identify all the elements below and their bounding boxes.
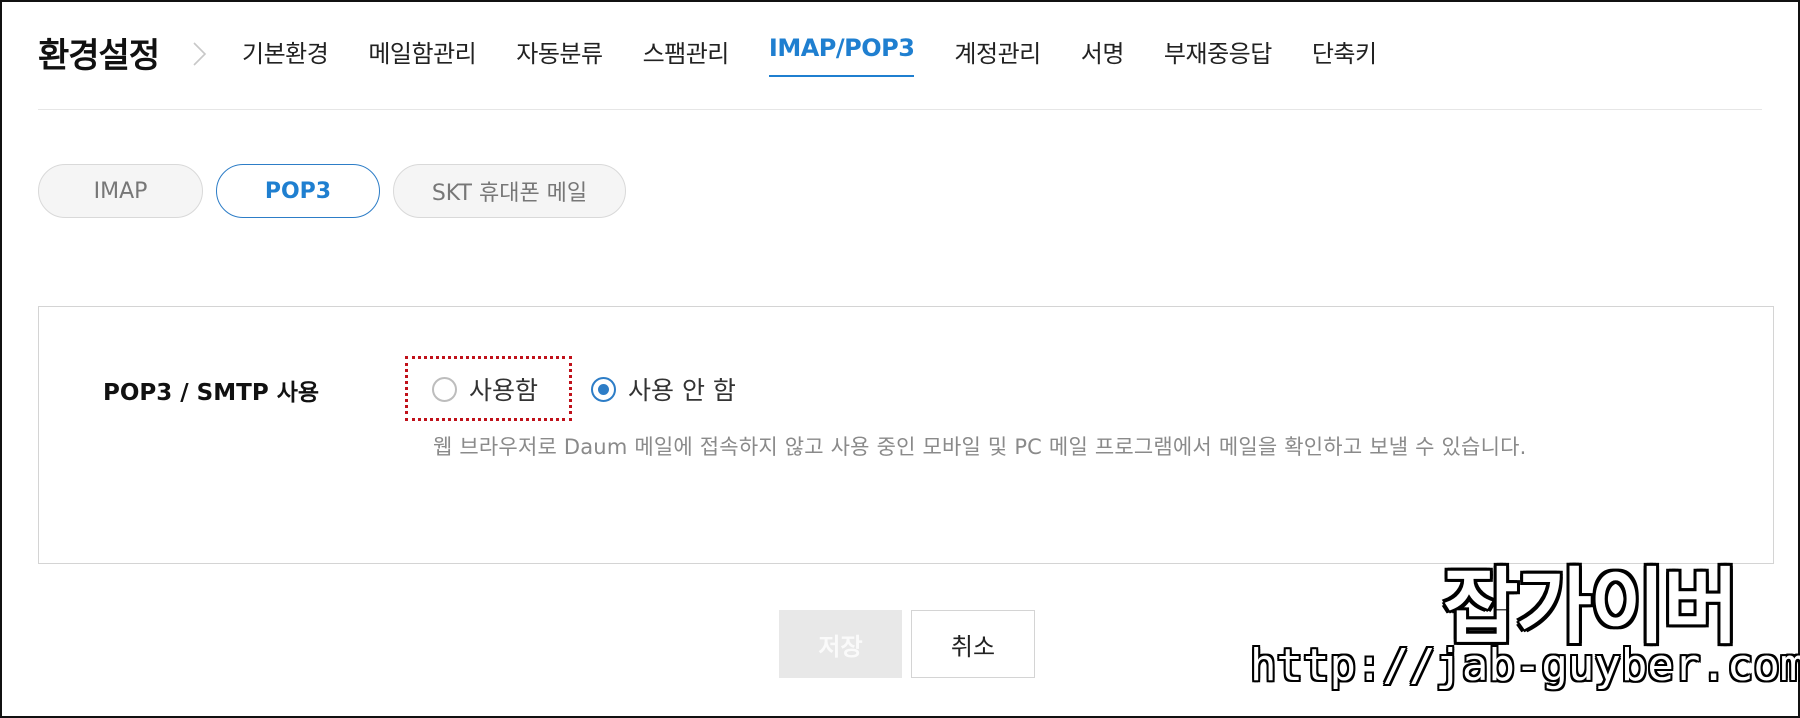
tab-skt-mobile-mail[interactable]: SKT 휴대폰 메일 [393,164,626,218]
cancel-button[interactable]: 취소 [911,610,1035,678]
pop3-settings-panel: POP3 / SMTP 사용 사용함 사용 안 함 웹 브라우저로 Daum 메… [38,306,1774,564]
menu-item-basic[interactable]: 기본환경 [242,34,329,77]
setting-description: 웹 브라우저로 Daum 메일에 접속하지 않고 사용 중인 모바일 및 PC … [433,435,1527,459]
radio-enable[interactable] [432,376,457,402]
page-title: 환경설정 [38,36,160,76]
menu-item-account[interactable]: 계정관리 [954,34,1041,77]
top-navigation: 환경설정 기본환경 메일함관리 자동분류 스팸관리 IMAP/POP3 계정관리… [38,22,1762,110]
watermark-url: http://jab-guyber.com [1250,640,1800,691]
radio-disable[interactable] [591,376,616,402]
chevron-right-icon [193,42,207,66]
protocol-tabs: IMAP POP3 SKT 휴대폰 메일 [38,164,639,218]
radio-option-disable[interactable]: 사용 안 함 [591,371,736,407]
radio-disable-label: 사용 안 함 [628,376,736,405]
menu-item-mailbox-management[interactable]: 메일함관리 [368,34,476,77]
menu-item-spam[interactable]: 스팸관리 [643,34,730,77]
menu-item-auto-sort[interactable]: 자동분류 [516,34,603,77]
save-button[interactable]: 저장 [779,610,902,678]
tab-pop3[interactable]: POP3 [216,164,380,218]
radio-option-enable[interactable]: 사용함 [432,371,538,407]
menu-item-auto-reply[interactable]: 부재중응답 [1164,34,1272,77]
menu-item-shortcuts[interactable]: 단축키 [1312,34,1377,77]
menu-item-signature[interactable]: 서명 [1081,34,1125,77]
settings-menu: 기본환경 메일함관리 자동분류 스팸관리 IMAP/POP3 계정관리 서명 부… [242,34,1417,77]
menu-item-imap-pop3[interactable]: IMAP/POP3 [768,34,915,77]
radio-enable-label: 사용함 [469,376,539,405]
tab-imap[interactable]: IMAP [38,164,203,218]
pop3-smtp-label: POP3 / SMTP 사용 [103,380,320,406]
